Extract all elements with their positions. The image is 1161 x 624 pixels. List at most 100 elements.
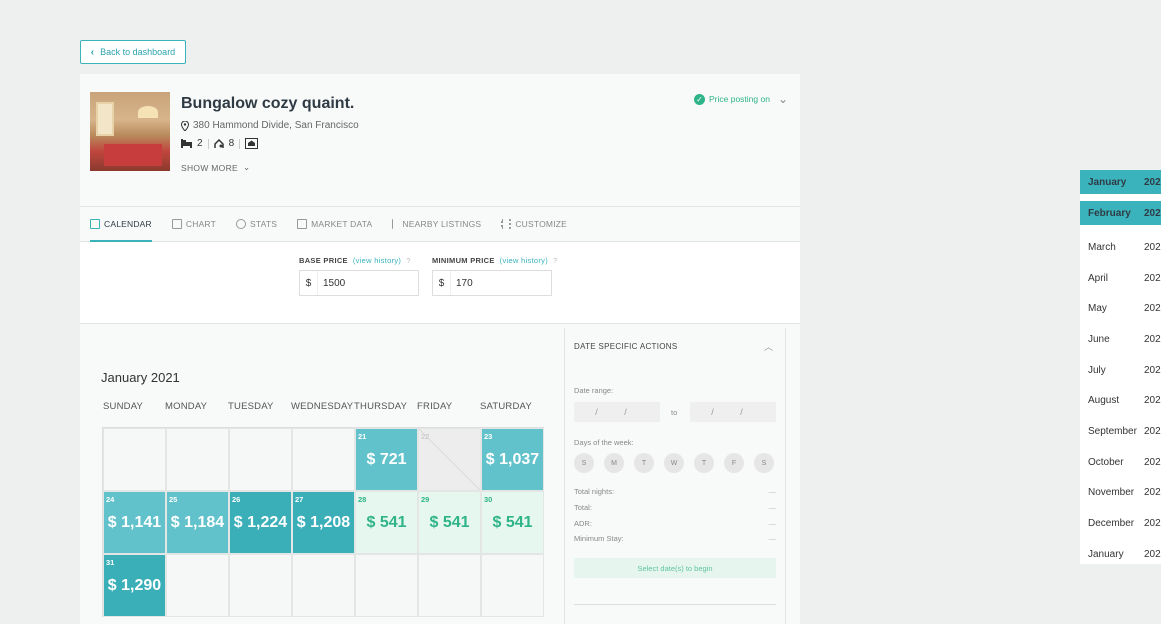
show-more-toggle[interactable]: SHOW MORE ⌄ bbox=[181, 162, 250, 173]
base-price-label: BASE PRICE (view history)? bbox=[299, 256, 411, 265]
day-price: $ 1,141 bbox=[107, 514, 162, 531]
customize-icon bbox=[501, 219, 512, 229]
calendar-day[interactable]: 29 $ 541 bbox=[418, 491, 481, 554]
tab-nearby-listings[interactable]: NEARBY LISTINGS bbox=[392, 207, 481, 241]
date-range-to: to bbox=[671, 408, 678, 417]
day-price: $ 1,224 bbox=[233, 514, 288, 531]
day-price: $ 541 bbox=[429, 514, 470, 531]
calendar-empty-cell bbox=[481, 554, 544, 617]
day-toggle-friday[interactable]: F bbox=[724, 453, 744, 473]
day-price: $ 1,184 bbox=[170, 514, 225, 531]
tab-calendar[interactable]: CALENDAR bbox=[90, 207, 152, 242]
calendar-day[interactable]: 24 $ 1,141 bbox=[103, 491, 166, 554]
month-item[interactable]: September 202 bbox=[1080, 416, 1161, 447]
day-toggle-sunday[interactable]: S bbox=[574, 453, 594, 473]
help-icon[interactable]: ? bbox=[553, 256, 557, 265]
stat-adr: ADR: — bbox=[574, 519, 776, 528]
back-button-label: Back to dashboard bbox=[100, 47, 176, 57]
day-toggle-thursday[interactable]: T bbox=[694, 453, 714, 473]
tab-label: CALENDAR bbox=[104, 219, 152, 229]
nearby-listings-icon bbox=[392, 219, 398, 229]
month-item[interactable]: April 202 bbox=[1080, 263, 1161, 294]
day-toggle-monday[interactable]: M bbox=[604, 453, 624, 473]
weekday-thursday: THURSDAY bbox=[354, 401, 408, 412]
month-item[interactable]: June 202 bbox=[1080, 324, 1161, 355]
market-data-icon bbox=[297, 219, 308, 229]
base-price-value[interactable]: 1500 bbox=[318, 278, 345, 289]
price-posting-label: Price posting on bbox=[708, 94, 770, 104]
month-item[interactable]: July 202 bbox=[1080, 355, 1161, 386]
calendar-day[interactable]: 23 $ 1,037 bbox=[481, 428, 544, 491]
weekday-saturday: SATURDAY bbox=[480, 401, 532, 412]
day-toggle-tuesday[interactable]: T bbox=[634, 453, 654, 473]
calendar-day[interactable]: 25 $ 1,184 bbox=[166, 491, 229, 554]
day-toggle-wednesday[interactable]: W bbox=[664, 453, 684, 473]
calendar-empty-cell bbox=[229, 554, 292, 617]
minimum-price-input[interactable]: $ 170 bbox=[432, 270, 552, 296]
minimum-price-label: MINIMUM PRICE (view history)? bbox=[432, 256, 558, 265]
month-item[interactable]: May 202 bbox=[1080, 293, 1161, 324]
calendar-icon bbox=[90, 219, 100, 229]
calendar-grid: 21 $ 721 22 23 $ 1,037 24 $ 1,141 25 $ 1,184… bbox=[102, 427, 544, 617]
day-number: 27 bbox=[295, 495, 304, 504]
month-item[interactable]: August 202 bbox=[1080, 385, 1161, 416]
month-item[interactable]: January 202 bbox=[1080, 170, 1161, 194]
minimum-price-history-link[interactable]: (view history) bbox=[500, 256, 548, 265]
chart-icon bbox=[171, 219, 182, 229]
day-number: 23 bbox=[484, 432, 493, 441]
chevron-up-icon[interactable]: ︿ bbox=[764, 340, 773, 353]
day-number: 26 bbox=[232, 495, 241, 504]
calendar-empty-cell bbox=[166, 554, 229, 617]
month-item[interactable]: October 202 bbox=[1080, 447, 1161, 478]
month-item[interactable]: January 202 bbox=[1080, 539, 1161, 570]
weekday-tuesday: TUESDAY bbox=[228, 401, 274, 412]
calendar-day[interactable]: 21 $ 721 bbox=[355, 428, 418, 491]
stat-total-nights: Total nights: — bbox=[574, 487, 776, 496]
calendar-day[interactable]: 31 $ 1,290 bbox=[103, 554, 166, 617]
tab-label: MARKET DATA bbox=[311, 219, 373, 229]
tab-stats[interactable]: STATS bbox=[236, 207, 277, 241]
calendar-day[interactable]: 26 $ 1,224 bbox=[229, 491, 292, 554]
days-of-week-label: Days of the week: bbox=[574, 438, 634, 447]
day-price: $ 1,290 bbox=[107, 577, 162, 594]
minimum-price-value[interactable]: 170 bbox=[451, 278, 473, 289]
back-to-dashboard-button[interactable]: ‹ Back to dashboard bbox=[80, 40, 186, 64]
date-specific-actions-panel: DATE SPECIFIC ACTIONS ︿ Date range: / / … bbox=[564, 328, 786, 624]
calendar-day[interactable]: 27 $ 1,208 bbox=[292, 491, 355, 554]
end-date-input[interactable]: / / bbox=[690, 402, 776, 422]
day-toggle-saturday[interactable]: S bbox=[754, 453, 774, 473]
currency-symbol: $ bbox=[300, 271, 318, 295]
calendar-day[interactable]: 30 $ 541 bbox=[481, 491, 544, 554]
tab-market-data[interactable]: MARKET DATA bbox=[297, 207, 372, 241]
day-price: $ 1,208 bbox=[296, 514, 351, 531]
month-item[interactable]: February 202 bbox=[1080, 201, 1161, 225]
weekday-friday: FRIDAY bbox=[417, 401, 453, 412]
month-picker-list: January 202 February 202 March 202 April 202… bbox=[1080, 170, 1161, 564]
month-item[interactable]: March 202 bbox=[1080, 232, 1161, 263]
month-item[interactable]: November 202 bbox=[1080, 478, 1161, 509]
listing-tabs: CALENDAR CHART STATS MARKET DATA NEARBY … bbox=[80, 206, 800, 242]
guests-icon bbox=[213, 139, 224, 148]
chevron-down-icon: ⌄ bbox=[243, 162, 251, 172]
calendar-empty-cell bbox=[355, 554, 418, 617]
day-number: 22 bbox=[421, 432, 430, 441]
help-icon[interactable]: ? bbox=[406, 256, 410, 265]
tab-label: STATS bbox=[250, 219, 278, 229]
start-date-input[interactable]: / / bbox=[574, 402, 660, 422]
stat-total: Total: — bbox=[574, 503, 776, 512]
select-dates-button[interactable]: Select date(s) to begin bbox=[574, 558, 776, 578]
listing-address: 380 Hammond Divide, San Francisco bbox=[181, 120, 359, 131]
tab-chart[interactable]: CHART bbox=[171, 207, 216, 241]
base-price-history-link[interactable]: (view history) bbox=[353, 256, 401, 265]
chevron-down-icon: ⌄ bbox=[777, 92, 788, 106]
calendar-empty-cell bbox=[103, 428, 166, 491]
stats-icon bbox=[236, 219, 247, 229]
tab-customize[interactable]: CUSTOMIZE bbox=[501, 207, 567, 241]
price-posting-status[interactable]: ✓ Price posting on ⌄ bbox=[693, 92, 788, 106]
calendar-day[interactable]: 28 $ 541 bbox=[355, 491, 418, 554]
base-price-input[interactable]: $ 1500 bbox=[299, 270, 419, 296]
month-item[interactable]: December 202 bbox=[1080, 508, 1161, 539]
calendar-empty-cell bbox=[292, 554, 355, 617]
listing-thumbnail[interactable] bbox=[90, 92, 170, 171]
show-more-label: SHOW MORE bbox=[181, 162, 239, 173]
